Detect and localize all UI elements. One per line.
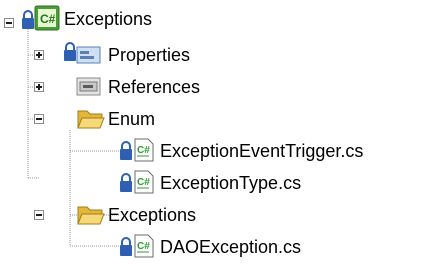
- tree-node-label: References: [108, 77, 201, 97]
- tree-node-label: Exceptions: [64, 9, 153, 29]
- tree-node-file[interactable]: DAOException.cs: [160, 235, 301, 259]
- folder-open-icon: [76, 106, 106, 135]
- tree-node-label: Enum: [108, 109, 156, 129]
- csharp-project-icon: C#: [34, 5, 60, 36]
- svg-text:C#: C#: [137, 177, 150, 188]
- tree-node-label: ExceptionType.cs: [160, 173, 302, 193]
- tree-node-label: Exceptions: [108, 205, 197, 225]
- tree-lines: [27, 29, 120, 247]
- properties-folder-icon: [76, 43, 102, 70]
- tree-node-file[interactable]: ExceptionType.cs: [160, 171, 301, 195]
- svg-text:C#: C#: [137, 241, 150, 252]
- solution-explorer-tree: C# Exceptions Properties References Enum…: [0, 0, 423, 262]
- csharp-file-icon: C#: [132, 169, 156, 200]
- expand-toggle-properties[interactable]: [34, 50, 44, 60]
- svg-text:C#: C#: [40, 12, 56, 26]
- tree-node-exceptions-folder[interactable]: Exceptions: [108, 203, 196, 227]
- tree-node-file[interactable]: ExceptionEventTrigger.cs: [160, 139, 363, 163]
- collapse-toggle-exceptions[interactable]: [34, 210, 44, 220]
- folder-open-icon: [76, 202, 106, 231]
- tree-node-label: DAOException.cs: [160, 237, 302, 257]
- svg-text:C#: C#: [137, 145, 150, 156]
- tree-node-properties[interactable]: Properties: [108, 43, 190, 67]
- expand-toggle-references[interactable]: [34, 82, 44, 92]
- csharp-file-icon: C#: [132, 137, 156, 168]
- collapse-toggle-enum[interactable]: [34, 114, 44, 124]
- tree-node-enum[interactable]: Enum: [108, 107, 155, 131]
- tree-node-root[interactable]: Exceptions: [64, 7, 152, 31]
- csharp-file-icon: C#: [132, 233, 156, 264]
- tree-node-label: Properties: [108, 45, 191, 65]
- tree-node-label: ExceptionEventTrigger.cs: [160, 141, 364, 161]
- tree-node-references[interactable]: References: [108, 75, 200, 99]
- collapse-toggle-root[interactable]: [4, 18, 14, 28]
- references-folder-icon: [76, 75, 102, 102]
